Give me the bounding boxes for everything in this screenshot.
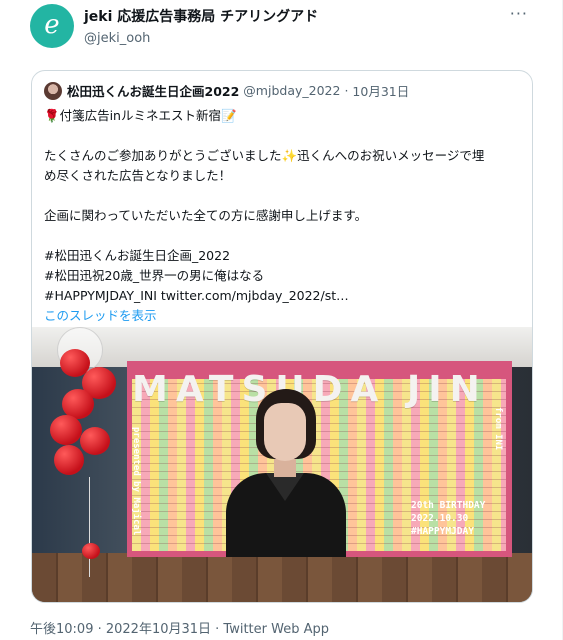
- author-handle[interactable]: @jeki_ooh: [84, 31, 318, 46]
- show-thread-link[interactable]: このスレッドを表示: [44, 306, 524, 326]
- birthday-caption: 20th BIRTHDAY 2022.10.30 #HAPPYMJDAY: [411, 499, 485, 538]
- heart-balloon: [54, 445, 84, 475]
- author-avatar[interactable]: e: [30, 4, 74, 48]
- hashtag-line: #HAPPYMJDAY_INI twitter.com/mjbday_2022/…: [44, 288, 349, 303]
- quoted-line: 企画に関わっていただいた全ての方に感謝申し上げます。: [44, 208, 368, 223]
- hashtag-line: #松田迅くんお誕生日企画_2022: [44, 248, 231, 263]
- quoted-line: 🌹付箋広告inルミネエスト新宿📝: [44, 108, 237, 123]
- quoted-tweet[interactable]: 松田迅くんお誕生日企画2022 @mjbday_2022 · 10月31日 🌹付…: [31, 70, 533, 603]
- image-floor: [32, 553, 532, 602]
- quoted-author-handle: @mjbday_2022: [243, 83, 341, 98]
- author-name[interactable]: jeki 応援広告事務局 チアリングアド: [84, 6, 318, 26]
- birthday-hashtag: #HAPPYMJDAY: [411, 526, 474, 537]
- balloon-string: [89, 477, 90, 577]
- billboard-side-right: from INI: [493, 407, 503, 451]
- quoted-line: たくさんのご参加ありがとうございました✨迅くんへのお祝いメッセージで埋: [44, 148, 485, 163]
- birthday-date: 2022.10.30: [411, 513, 469, 524]
- avatar-letter: e: [44, 10, 60, 40]
- portrait: [222, 389, 352, 557]
- heart-balloon: [80, 427, 110, 455]
- quoted-author-avatar: [44, 81, 62, 100]
- quoted-separator: ·: [344, 83, 349, 98]
- tweet-timestamp[interactable]: 午後10:09 · 2022年10月31日 · Twitter Web App: [30, 618, 329, 637]
- quoted-tweet-header: 松田迅くんお誕生日企画2022 @mjbday_2022 · 10月31日: [44, 81, 409, 100]
- heart-balloon: [50, 415, 82, 445]
- quoted-date: 10月31日: [352, 84, 410, 99]
- more-options-icon[interactable]: ···: [510, 4, 528, 23]
- tweet-card: e jeki 応援広告事務局 チアリングアド @jeki_ooh ··· 松田迅…: [0, 0, 563, 640]
- quoted-tweet-image[interactable]: MATSUDA JIN presented by Majical from IN…: [32, 327, 532, 602]
- billboard-side-left: presented by Majical: [131, 427, 141, 536]
- hashtag-line: #松田迅祝20歳_世界一の男に俺はなる: [44, 268, 265, 283]
- quoted-tweet-text: 🌹付箋広告inルミネエスト新宿📝 たくさんのご参加ありがとうございました✨迅くん…: [44, 106, 524, 326]
- quoted-line: め尽くされた広告となりました！: [44, 168, 232, 183]
- birthday-line: 20th BIRTHDAY: [411, 500, 486, 511]
- author-info: jeki 応援広告事務局 チアリングアド @jeki_ooh: [84, 6, 318, 46]
- quoted-author-name: 松田迅くんお誕生日企画2022: [67, 84, 240, 99]
- heart-balloon: [82, 543, 100, 559]
